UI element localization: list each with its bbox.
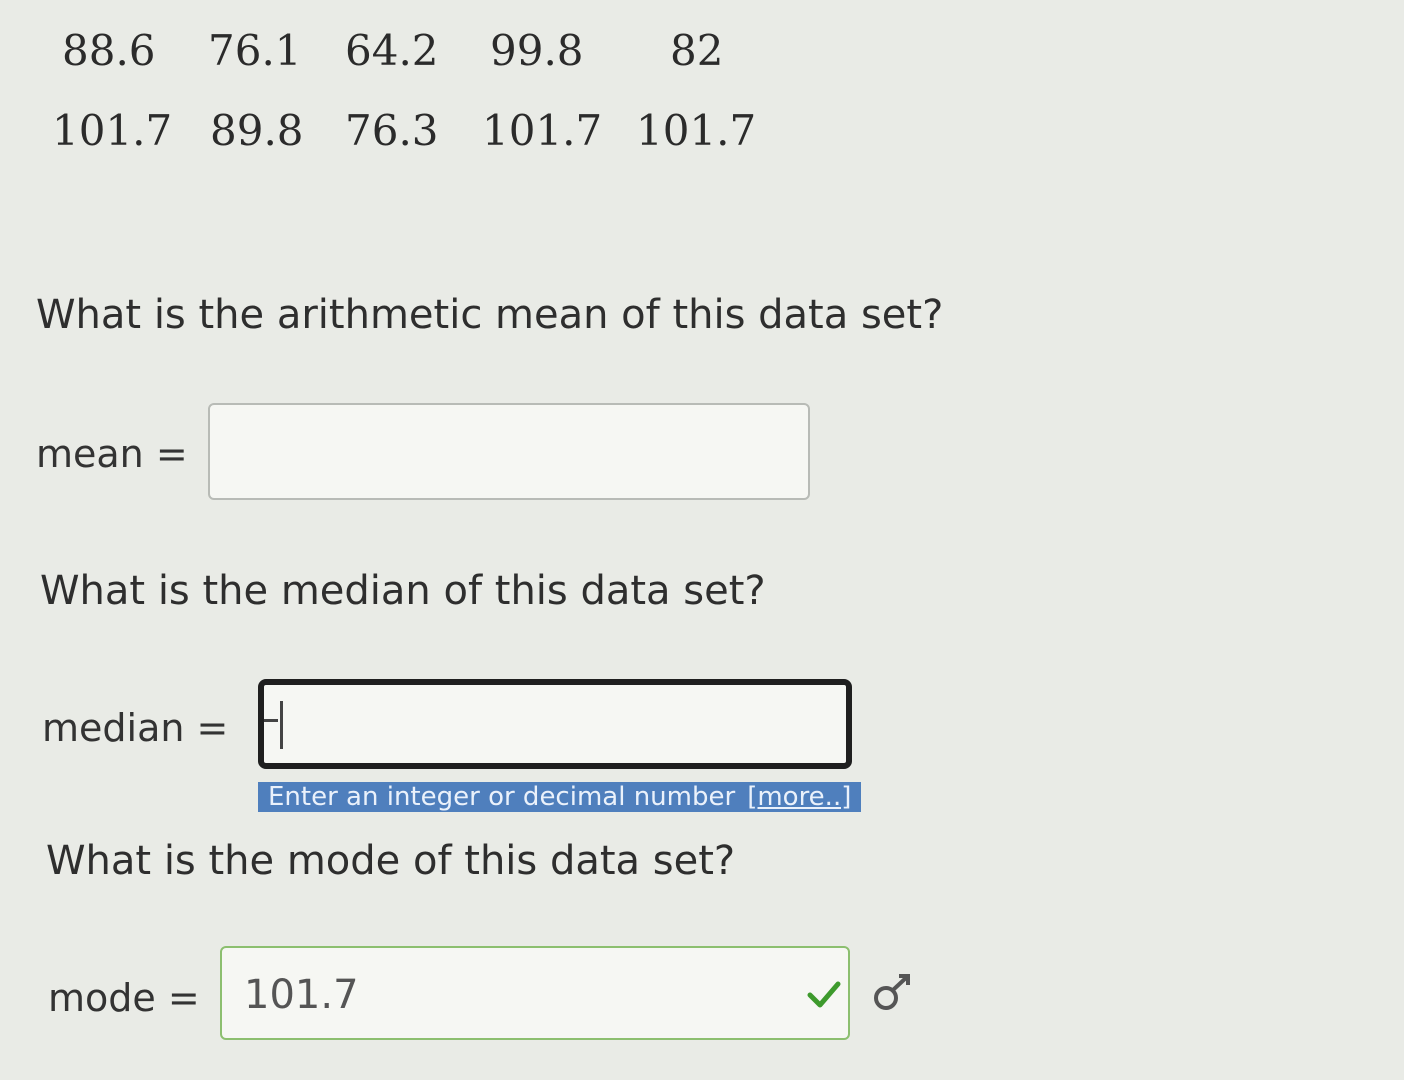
- data-cell: 64.2: [345, 26, 439, 75]
- mean-label: mean =: [36, 432, 188, 476]
- text-cursor-tick: [264, 719, 278, 722]
- data-cell: 101.7: [636, 106, 757, 155]
- data-cell: 76.3: [345, 106, 439, 155]
- check-icon: [807, 981, 841, 1008]
- median-label: median =: [42, 706, 229, 750]
- data-cell: 101.7: [52, 106, 173, 155]
- median-input[interactable]: [258, 679, 852, 769]
- data-cell: 89.8: [210, 106, 304, 155]
- mode-label: mode =: [48, 976, 200, 1020]
- mode-input[interactable]: 101.7: [220, 946, 850, 1040]
- text-cursor: [280, 701, 283, 749]
- data-cell: 101.7: [482, 106, 603, 155]
- mode-question: What is the mode of this data set?: [46, 838, 736, 884]
- data-cell: 76.1: [208, 26, 302, 75]
- mode-value: 101.7: [244, 972, 359, 1018]
- data-cell: 99.8: [490, 26, 584, 75]
- mean-input[interactable]: [208, 403, 810, 500]
- trend-icon[interactable]: [868, 968, 920, 1020]
- input-hint: Enter an integer or decimal number [more…: [258, 782, 862, 812]
- data-cell: 88.6: [62, 26, 156, 75]
- median-question: What is the median of this data set?: [40, 568, 766, 614]
- hint-more-link[interactable]: [more..]: [747, 782, 851, 812]
- hint-text: Enter an integer or decimal number: [268, 782, 736, 812]
- data-cell: 82: [670, 26, 724, 75]
- mean-question: What is the arithmetic mean of this data…: [36, 292, 944, 338]
